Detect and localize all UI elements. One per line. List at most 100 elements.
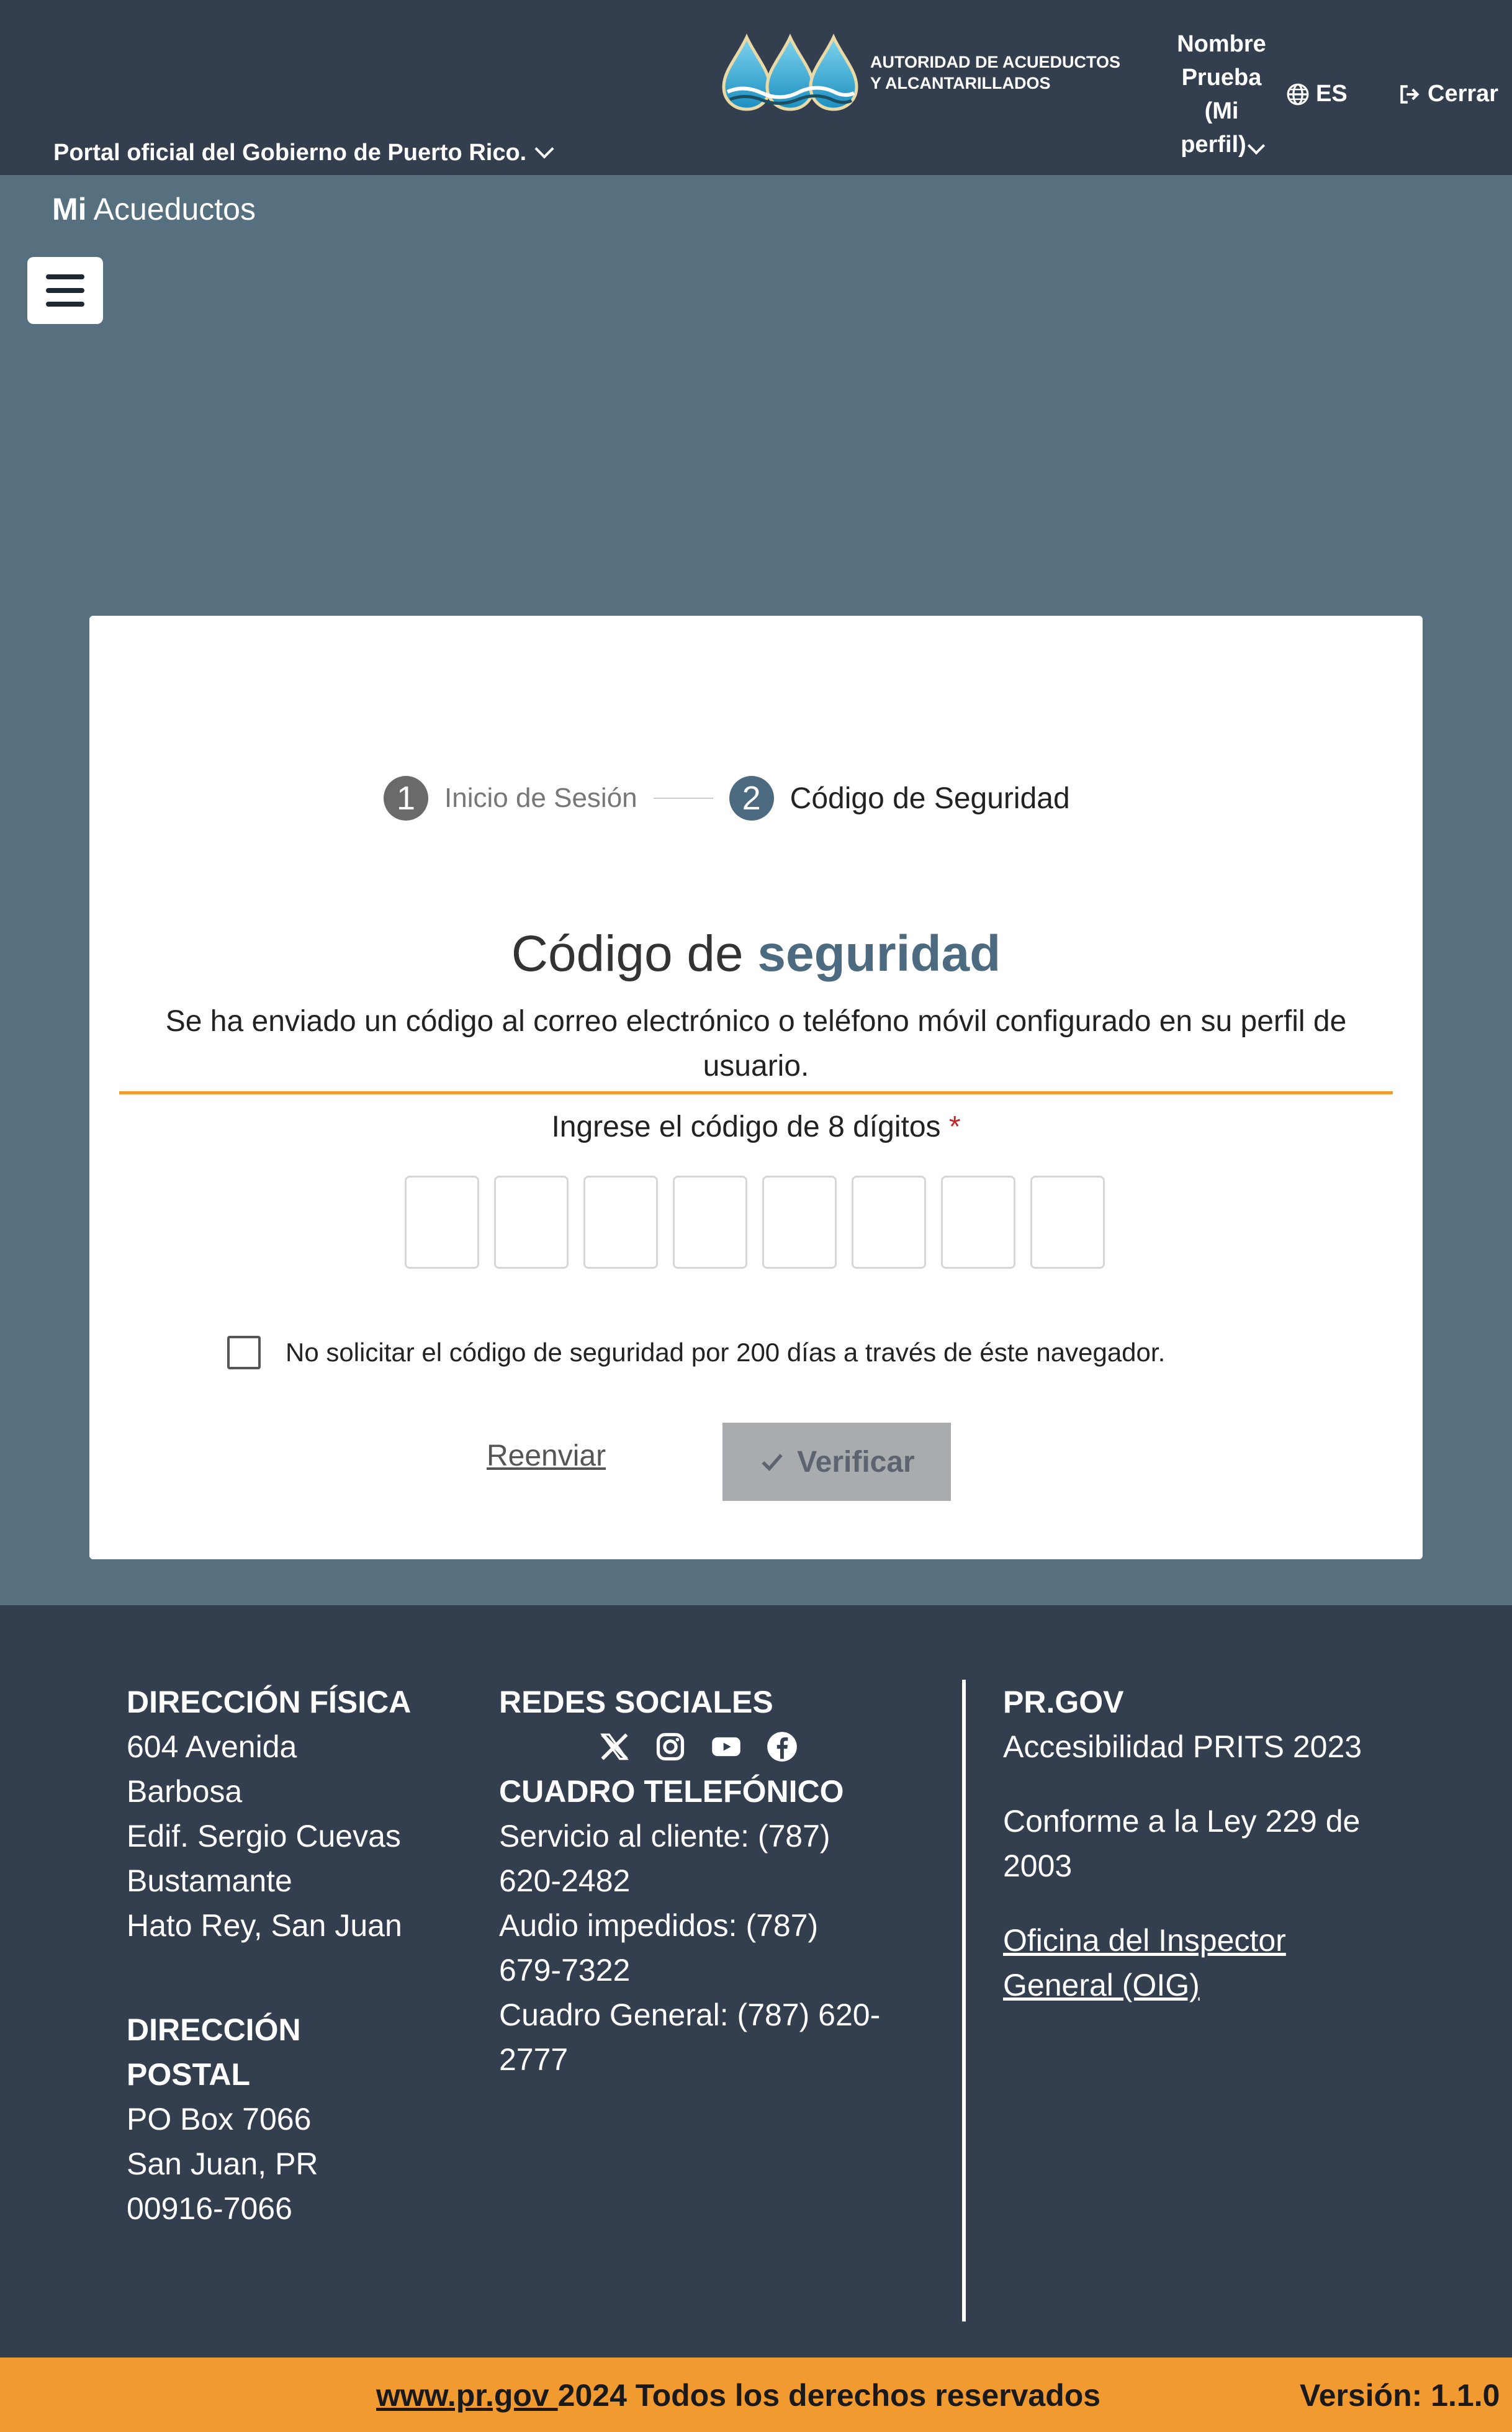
postal-line: PO Box 7066 xyxy=(127,2102,312,2137)
code-input-group xyxy=(405,1176,1105,1269)
code-digit-input-5[interactable] xyxy=(762,1176,837,1269)
logout-label: Cerrar xyxy=(1428,81,1499,107)
code-digit-input-7[interactable] xyxy=(941,1176,1015,1269)
copyright-bar: www.pr.gov 2024 Todos los derechos reser… xyxy=(0,2358,1512,2432)
brand-rest: Acueductos xyxy=(86,192,256,227)
oig-link[interactable]: Oficina del Inspector xyxy=(1003,1918,1425,1963)
phone-line: 2777 xyxy=(499,2042,569,2077)
login-stepper: 1 Inicio de Sesión 2 Código de Seguridad xyxy=(384,776,1070,821)
remember-device-option[interactable]: No solicitar el código de seguridad por … xyxy=(227,1336,1165,1369)
step-security-code: 2 Código de Seguridad xyxy=(729,776,1070,821)
oig-link[interactable]: General (OIG) xyxy=(1003,1963,1425,2007)
rights-text: 2024 Todos los derechos reservados xyxy=(557,2378,1101,2413)
step-login: 1 Inicio de Sesión xyxy=(384,776,637,821)
remember-checkbox[interactable] xyxy=(227,1336,261,1369)
phone-line: Servicio al cliente: (787) xyxy=(499,1819,830,1853)
phone-line: Cuadro General: (787) 620- xyxy=(499,1997,881,2032)
step-connector xyxy=(653,798,713,799)
phone-title: CUADRO TELEFÓNICO xyxy=(499,1774,844,1809)
aaa-logo[interactable]: Autoridad de Acueductos y Alcantarillado… xyxy=(719,32,1120,113)
phone-line: 679-7322 xyxy=(499,1953,631,1988)
step-number: 2 xyxy=(729,776,774,821)
address-line: Hato Rey, San Juan xyxy=(127,1908,402,1943)
orange-divider xyxy=(119,1091,1393,1094)
resend-link[interactable]: Reenviar xyxy=(487,1439,606,1473)
profile-line: Nombre xyxy=(1177,31,1266,57)
profile-line: perfil) xyxy=(1181,132,1246,158)
phone-line: 620-2482 xyxy=(499,1863,631,1898)
site-footer: DIRECCIÓN FÍSICA 604 Avenida Barbosa Edi… xyxy=(0,1605,1512,2358)
logo-text: Autoridad de Acueductos y Alcantarillado… xyxy=(870,52,1120,94)
law-text: 2003 xyxy=(1003,1849,1073,1883)
step-label: Inicio de Sesión xyxy=(444,783,637,813)
footer-address-column: DIRECCIÓN FÍSICA 604 Avenida Barbosa Edi… xyxy=(127,1680,449,2231)
verify-label: Verificar xyxy=(797,1445,915,1479)
copyright-text: www.pr.gov 2024 Todos los derechos reser… xyxy=(376,2377,1100,2413)
verify-button[interactable]: Verificar xyxy=(722,1423,951,1501)
law-text: Conforme a la Ley 229 de xyxy=(1003,1804,1361,1839)
language-selector[interactable]: ES xyxy=(1286,81,1348,107)
social-links xyxy=(598,1724,934,1769)
step-label: Código de Seguridad xyxy=(790,781,1070,815)
address-line: Bustamante xyxy=(127,1863,292,1898)
hamburger-bar xyxy=(46,288,84,293)
globe-icon xyxy=(1287,83,1309,105)
chevron-down-icon xyxy=(1247,137,1265,155)
hamburger-bar xyxy=(46,274,84,279)
page-title: Código de seguridad xyxy=(89,925,1423,983)
footer-prgov-column: PR.GOV Accesibilidad PRITS 2023 Conforme… xyxy=(1003,1680,1425,2007)
code-digit-input-3[interactable] xyxy=(583,1176,658,1269)
water-drops-logo-icon xyxy=(722,34,858,111)
social-title: REDES SOCIALES xyxy=(499,1685,773,1719)
hamburger-menu-button[interactable] xyxy=(27,257,103,324)
prgov-title: PR.GOV xyxy=(1003,1685,1124,1719)
address-line: Edif. Sergio Cuevas xyxy=(127,1819,401,1853)
check-icon xyxy=(762,1454,783,1472)
chevron-down-icon xyxy=(534,138,554,159)
app-brand: Mi Acueductos xyxy=(52,191,256,227)
hamburger-bar xyxy=(46,302,84,307)
gov-portal-label: Portal oficial del Gobierno de Puerto Ri… xyxy=(53,140,527,166)
youtube-icon[interactable] xyxy=(710,1731,742,1763)
postal-line: 00916-7066 xyxy=(127,2191,292,2226)
gov-portal-dropdown[interactable]: Portal oficial del Gobierno de Puerto Ri… xyxy=(53,138,554,166)
x-icon[interactable] xyxy=(598,1731,631,1763)
postal-address-title: DIRECCIÓN xyxy=(127,2012,301,2047)
accessibility-text: Accesibilidad PRITS 2023 xyxy=(1003,1729,1362,1764)
version-label: Versión: 1.1.0 xyxy=(1300,2378,1500,2413)
top-header: Portal oficial del Gobierno de Puerto Ri… xyxy=(0,0,1512,175)
brand-bold: Mi xyxy=(52,192,87,227)
postal-line: San Juan, PR xyxy=(127,2146,318,2181)
phone-line: Audio impedidos: (787) xyxy=(499,1908,819,1943)
sign-out-icon xyxy=(1400,84,1420,104)
footer-contact-column: REDES SOCIALES CUADRO TELEFÓNICO Servici… xyxy=(499,1680,934,2082)
profile-dropdown[interactable]: Nombre Prueba (Mi perfil) xyxy=(1161,27,1282,161)
security-code-card: 1 Inicio de Sesión 2 Código de Seguridad… xyxy=(89,616,1423,1559)
logout-button[interactable]: Cerrar xyxy=(1398,81,1498,107)
code-digit-input-1[interactable] xyxy=(405,1176,479,1269)
postal-address-title: POSTAL xyxy=(127,2057,251,2092)
prgov-link[interactable]: www.pr.gov xyxy=(376,2378,558,2413)
profile-line: Prueba xyxy=(1181,65,1262,91)
code-digit-input-8[interactable] xyxy=(1030,1176,1105,1269)
footer-divider xyxy=(962,1680,966,2322)
instagram-icon[interactable] xyxy=(654,1731,686,1763)
step-number: 1 xyxy=(384,776,428,821)
code-digit-input-6[interactable] xyxy=(852,1176,926,1269)
language-label: ES xyxy=(1316,81,1348,107)
logo-line-1: Autoridad de Acueductos xyxy=(870,53,1121,71)
code-digit-input-2[interactable] xyxy=(494,1176,569,1269)
logo-line-2: y Alcantarillados xyxy=(870,74,1051,92)
physical-address-title: DIRECCIÓN FÍSICA xyxy=(127,1685,412,1719)
code-field-label: Ingrese el código de 8 dígitos * xyxy=(89,1110,1423,1144)
code-label-text: Ingrese el código de 8 dígitos xyxy=(551,1110,941,1143)
address-line: 604 Avenida xyxy=(127,1729,297,1764)
instructions-text: Se ha enviado un código al correo electr… xyxy=(165,1005,1347,1083)
title-plain: Código de xyxy=(511,926,758,982)
code-digit-input-4[interactable] xyxy=(673,1176,747,1269)
title-accent: seguridad xyxy=(757,926,1001,982)
facebook-icon[interactable] xyxy=(766,1731,798,1763)
